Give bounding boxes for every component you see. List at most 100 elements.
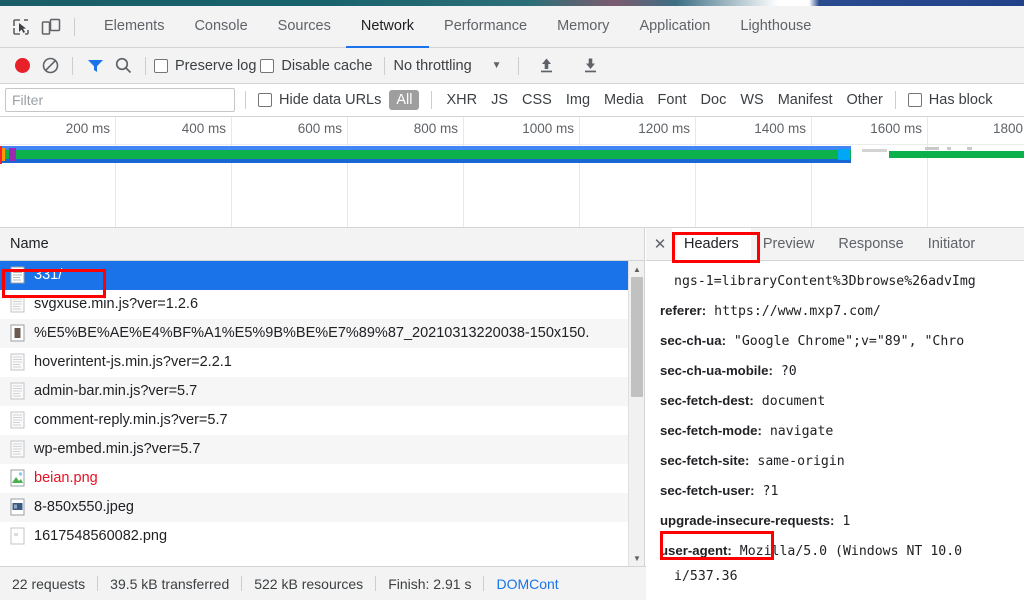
tick-1600ms: 1600 ms <box>870 117 928 227</box>
timing-band-grey-tick-2 <box>925 147 939 150</box>
inspect-cursor-icon[interactable] <box>6 12 36 42</box>
table-row[interactable]: 8-850x550.jpeg <box>0 493 644 522</box>
table-row[interactable]: admin-bar.min.js?ver=5.7 <box>0 377 644 406</box>
network-overview-timeline[interactable]: 200 ms 400 ms 600 ms 800 ms 1000 ms 1200… <box>0 117 1024 228</box>
type-filter-js[interactable]: JS <box>489 91 510 109</box>
record-button[interactable] <box>8 52 36 80</box>
table-row[interactable]: beian.png <box>0 464 644 493</box>
tab-preview[interactable]: Preview <box>751 228 827 261</box>
checkbox-box[interactable] <box>260 58 275 73</box>
type-filter-xhr[interactable]: XHR <box>444 91 479 109</box>
tab-memory[interactable]: Memory <box>542 6 624 48</box>
request-details-pane: ✕ Headers Preview Response Initiator ngs… <box>646 228 1024 566</box>
tab-sources[interactable]: Sources <box>263 6 346 48</box>
table-row[interactable]: comment-reply.min.js?ver=5.7 <box>0 406 644 435</box>
header-line: user-agent: Mozilla/5.0 (Windows NT 10.0 <box>660 536 1024 566</box>
table-row[interactable]: 331/ <box>0 261 644 290</box>
tab-performance[interactable]: Performance <box>429 6 542 48</box>
import-har-button[interactable] <box>533 52 561 80</box>
column-header-name[interactable]: Name <box>0 228 644 261</box>
header-line: referer: https://www.mxp7.com/ <box>660 296 1024 326</box>
type-filter-font[interactable]: Font <box>656 91 689 109</box>
request-name: beian.png <box>34 470 98 486</box>
checkbox-box[interactable] <box>258 93 272 107</box>
tab-response[interactable]: Response <box>826 228 915 261</box>
table-row[interactable]: hoverintent-js.min.js?ver=2.2.1 <box>0 348 644 377</box>
filterbar-divider-2 <box>894 91 896 109</box>
has-blocked-cookies-checkbox[interactable]: Has block <box>907 92 992 108</box>
tab-application[interactable]: Application <box>624 6 725 48</box>
type-filter-doc[interactable]: Doc <box>699 91 729 109</box>
header-line: sec-fetch-mode: navigate <box>660 416 1024 446</box>
throttling-select[interactable]: No throttling ▼ <box>393 58 501 74</box>
document-icon <box>10 266 25 284</box>
device-toolbar-icon[interactable] <box>36 12 66 42</box>
timing-band-green <box>0 150 851 159</box>
tab-lighthouse[interactable]: Lighthouse <box>725 6 826 48</box>
close-icon[interactable]: ✕ <box>648 232 672 256</box>
scroll-down-arrow-icon[interactable]: ▼ <box>629 550 644 566</box>
funnel-filter-icon <box>87 60 103 72</box>
disable-cache-checkbox[interactable]: Disable cache <box>260 58 372 74</box>
preserve-log-checkbox[interactable]: Preserve log <box>154 58 256 74</box>
scrollbar-thumb[interactable] <box>631 277 643 397</box>
table-row[interactable]: svgxuse.min.js?ver=1.2.6 <box>0 290 644 319</box>
types-divider <box>431 91 433 109</box>
request-name: 8-850x550.jpeg <box>34 499 134 515</box>
image-icon <box>10 527 25 545</box>
header-value: same-origin <box>757 454 845 469</box>
netbar-divider-1 <box>72 56 73 75</box>
timing-band-grey-tick-4 <box>967 147 972 150</box>
checkbox-box[interactable] <box>907 93 922 107</box>
toolbar-divider <box>74 17 75 36</box>
timing-band-cyan <box>838 149 850 160</box>
search-button[interactable] <box>109 52 137 80</box>
type-filter-all[interactable]: All <box>389 90 420 110</box>
header-line: sec-ch-ua: "Google Chrome";v="89", "Chro <box>660 326 1024 356</box>
devtools-window: Elements Console Sources Network Perform… <box>0 0 1024 600</box>
table-row[interactable]: 1617548560082.png <box>0 522 644 551</box>
devtools-tab-strip: Elements Console Sources Network Perform… <box>0 6 1024 48</box>
timeline-ruler: 200 ms 400 ms 600 ms 800 ms 1000 ms 1200… <box>0 117 1024 227</box>
request-name: comment-reply.min.js?ver=5.7 <box>34 412 228 428</box>
tab-elements[interactable]: Elements <box>89 6 179 48</box>
header-value: https://www.mxp7.com/ <box>714 304 881 319</box>
type-filter-manifest[interactable]: Manifest <box>776 91 835 109</box>
request-name: svgxuse.min.js?ver=1.2.6 <box>34 296 199 312</box>
checkbox-box[interactable] <box>154 58 168 73</box>
header-line: sec-fetch-site: same-origin <box>660 446 1024 476</box>
tab-initiator[interactable]: Initiator <box>916 228 988 261</box>
tab-headers[interactable]: Headers <box>672 228 751 261</box>
header-key: user-agent: <box>660 543 732 558</box>
request-list-scrollbar[interactable]: ▲ ▼ <box>628 261 644 566</box>
record-stop-icon <box>14 58 30 73</box>
header-value: navigate <box>769 424 834 439</box>
header-value: ?0 <box>780 364 797 379</box>
header-line: sec-fetch-user: ?1 <box>660 476 1024 506</box>
type-filter-ws[interactable]: WS <box>738 91 765 109</box>
image-broken-icon <box>10 469 25 487</box>
type-filter-media[interactable]: Media <box>602 91 646 109</box>
search-input[interactable] <box>5 88 235 112</box>
status-requests: 22 requests <box>12 575 86 592</box>
scroll-up-arrow-icon[interactable]: ▲ <box>629 261 644 277</box>
type-filter-other[interactable]: Other <box>845 91 885 109</box>
filter-toggle-button[interactable] <box>81 52 109 80</box>
request-name: admin-bar.min.js?ver=5.7 <box>34 383 198 399</box>
hide-data-urls-checkbox[interactable]: Hide data URLs <box>258 92 381 108</box>
netbar-divider-2 <box>145 56 146 75</box>
search-icon <box>115 57 131 74</box>
script-icon <box>10 382 25 400</box>
table-row[interactable]: wp-embed.min.js?ver=5.7 <box>0 435 644 464</box>
header-value: 1 <box>842 514 851 529</box>
type-filter-css[interactable]: CSS <box>520 91 554 109</box>
header-key: sec-fetch-dest: <box>660 393 754 408</box>
export-har-button[interactable] <box>577 52 605 80</box>
status-domcontentloaded[interactable]: DOMCont <box>484 576 570 592</box>
status-transferred: 39.5 kB transferred <box>110 575 230 592</box>
table-row[interactable]: %E5%BE%AE%E4%BF%A1%E5%9B%BE%E7%89%87_202… <box>0 319 644 348</box>
tab-console[interactable]: Console <box>179 6 262 48</box>
type-filter-img[interactable]: Img <box>564 91 592 109</box>
clear-button[interactable] <box>36 52 64 80</box>
tab-network[interactable]: Network <box>345 6 430 48</box>
